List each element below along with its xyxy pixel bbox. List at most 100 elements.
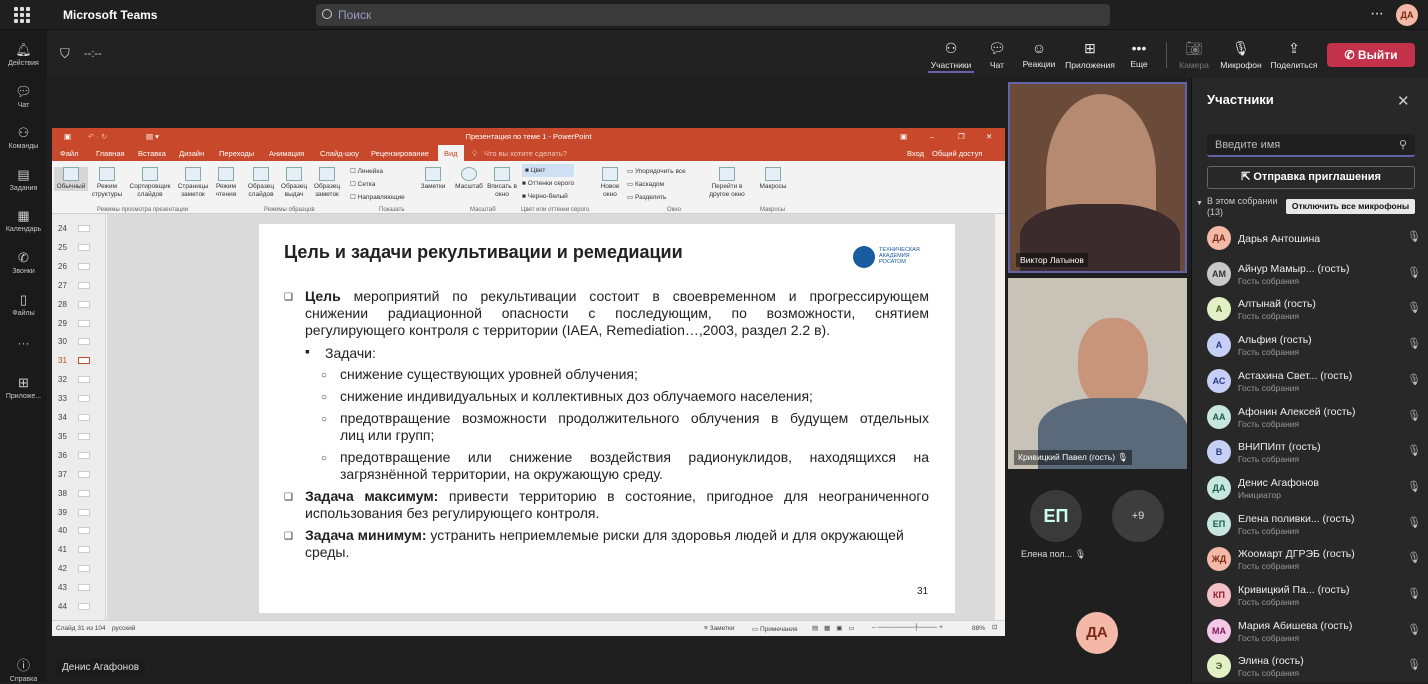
zoom-slider[interactable]: – ────────┼──── + [872, 624, 943, 631]
rail-teams[interactable]: ⚇ Команды [0, 125, 47, 150]
profile-avatar[interactable]: ДА [1396, 4, 1418, 26]
rail-apps[interactable]: ⊞ Приложе... [0, 375, 47, 400]
cascade-option[interactable]: ▭ Каскадом [627, 178, 686, 191]
arrange-all-option[interactable]: ▭ Упорядочить все [627, 165, 686, 178]
normal-view-button[interactable]: Обычный [54, 167, 88, 191]
share-button[interactable]: ⇪ Поделиться [1269, 40, 1319, 70]
apps-button[interactable]: ⊞ Приложения [1063, 40, 1117, 70]
mic-button[interactable]: 🎙︎ Микрофон [1218, 40, 1264, 70]
menu-transitions[interactable]: Переходы [219, 149, 254, 158]
language[interactable]: русский [112, 625, 135, 632]
reading-view-button[interactable]: Режим чтения [210, 167, 242, 199]
grid-check[interactable]: ☐ Сетка [350, 178, 405, 191]
comments-toggle[interactable]: ▭ Примечания [752, 625, 797, 633]
slide-thumbnail[interactable]: 39 [58, 508, 98, 517]
login-link[interactable]: Вход [907, 149, 924, 158]
app-launcher-icon[interactable] [14, 7, 30, 23]
participant-row[interactable]: ДА Дарья Антошина 🎙︎ [1207, 222, 1422, 256]
share-link[interactable]: Общий доступ [932, 149, 982, 158]
rail-help[interactable]: ⓘ Справка [0, 655, 47, 683]
menu-home[interactable]: Главная [96, 149, 125, 158]
slide-thumbnail[interactable]: 36 [58, 451, 98, 460]
outline-view-button[interactable]: Режим структуры [90, 167, 124, 199]
grayscale-option[interactable]: ■ Оттенки серого [522, 177, 574, 190]
handout-master-button[interactable]: Образец выдач [277, 167, 311, 199]
slide-thumbnail[interactable]: 32 [58, 375, 98, 384]
participant-row[interactable]: ДА Денис Агафонов Инициатор 🎙︎ [1207, 472, 1422, 506]
menu-view[interactable]: Вид [438, 145, 464, 161]
notes-master-button[interactable]: Образец заметок [310, 167, 344, 199]
participant-row[interactable]: А Альфия (гость) Гость собрания 🎙︎ [1207, 329, 1422, 363]
rail-calls[interactable]: ✆ Звонки [0, 250, 47, 275]
participant-row[interactable]: АА Афонин Алексей (гость) Гость собрания 🎙︎ [1207, 401, 1422, 435]
participant-row[interactable]: Э Элина (гость) Гость собрания 🎙︎ [1207, 650, 1422, 684]
tellme[interactable]: Что вы хотите сделать? [484, 149, 567, 158]
sorter-view-button[interactable]: Сортировщик слайдов [128, 167, 172, 199]
slide-thumbnail[interactable]: 40 [58, 526, 98, 535]
switch-window-button[interactable]: Перейти в другое окно [702, 167, 752, 199]
split-option[interactable]: ▭ Разделить [627, 191, 686, 204]
slide-thumbnail[interactable]: 24 [58, 224, 98, 233]
guides-check[interactable]: ☐ Направляющие [350, 191, 405, 204]
menu-design[interactable]: Дизайн [179, 149, 204, 158]
slide-thumbnail[interactable]: 35 [58, 432, 98, 441]
slide-thumbnail[interactable]: 31 [58, 356, 98, 365]
in-meeting-header[interactable]: ▼ В этом собрании (13) [1196, 196, 1282, 218]
ruler-check[interactable]: ☐ Линейка [350, 165, 405, 178]
slide-thumbnail[interactable]: 37 [58, 470, 98, 479]
new-window-button[interactable]: Новое окно [595, 167, 625, 199]
participants-button[interactable]: ⚇ Участники [928, 40, 974, 73]
more-button[interactable]: ••• Еще [1126, 40, 1152, 69]
video-tile-guest[interactable]: Кривицкий Павел (гость) 🎙︎ [1008, 278, 1187, 469]
participant-row[interactable]: АМ Айнур Мамыр... (гость) Гость собрания 🎙︎ [1207, 258, 1422, 292]
notes-button[interactable]: Заметки [416, 167, 450, 191]
menu-insert[interactable]: Вставка [138, 149, 166, 158]
slide-thumbnail[interactable]: 38 [58, 489, 98, 498]
participant-row[interactable]: В ВНИПИпт (гость) Гость собрания 🎙︎ [1207, 436, 1422, 470]
participant-row[interactable]: АС Астахина Свет... (гость) Гость собрания… [1207, 365, 1422, 399]
slide-thumbnail[interactable]: 41 [58, 545, 98, 554]
fit-slide-icon[interactable]: ⊡ [992, 623, 997, 631]
rail-files[interactable]: ▯ Файлы [0, 292, 47, 317]
participant-row[interactable]: МА Мария Абишева (гость) Гость собрания 🎙︎ [1207, 615, 1422, 649]
video-tile-speaker[interactable]: Виктор Латынов [1008, 82, 1187, 273]
participant-row[interactable]: ЖД Жоомарт ДГРЭБ (гость) Гость собрания 🎙︎ [1207, 543, 1422, 577]
participant-row[interactable]: А Алтынай (гость) Гость собрания 🎙︎ [1207, 293, 1422, 327]
color-option[interactable]: ■ Цвет [522, 164, 575, 177]
menu-file[interactable]: Файл [60, 149, 78, 158]
slide-thumbnails[interactable]: 24 25 26 27 28 29 30 31 32 33 34 35 36 37 38 39 40 41 42 43… [52, 214, 106, 620]
fit-window-button[interactable]: Вписать в окно [485, 167, 519, 199]
rail-chat[interactable]: 💬︎ Чат [0, 84, 47, 109]
slide-thumbnail[interactable]: 28 [58, 300, 98, 309]
slide-thumbnail[interactable]: 33 [58, 394, 98, 403]
camera-button[interactable]: 📷︎ Камера [1178, 40, 1210, 70]
slide-thumbnail[interactable]: 26 [58, 262, 98, 271]
notes-toggle[interactable]: ≡ Заметки [704, 625, 734, 632]
leave-button[interactable]: ✆ Выйти [1327, 43, 1415, 67]
rail-more[interactable]: ··· [0, 336, 47, 350]
more-participants[interactable]: +9 [1112, 490, 1164, 542]
slide-thumbnail[interactable]: 34 [58, 413, 98, 422]
participant-row[interactable]: ЕП Елена поливки... (гость) Гость собрания… [1207, 508, 1422, 542]
participant-avatar[interactable]: ЕП [1030, 490, 1082, 542]
notes-page-button[interactable]: Страницы заметок [176, 167, 210, 199]
slide-thumbnail[interactable]: 42 [58, 564, 98, 573]
slide-thumbnail[interactable]: 25 [58, 243, 98, 252]
slide-thumbnail[interactable]: 44 [58, 602, 98, 611]
rail-calendar[interactable]: ▦ Календарь [0, 208, 47, 233]
slide-thumbnail[interactable]: 27 [58, 281, 98, 290]
rail-activity[interactable]: 🔔︎ Действия [0, 42, 47, 67]
zoom-button[interactable]: Масштаб [452, 167, 486, 191]
participant-search-input[interactable]: Введите имя ⚲ [1207, 134, 1415, 157]
reactions-button[interactable]: ☺ Реакции [1020, 40, 1058, 69]
search-box[interactable]: Поиск [316, 4, 1110, 26]
mute-all-button[interactable]: Отключить все микрофоны [1286, 199, 1415, 214]
more-options-icon[interactable]: ··· [1370, 5, 1384, 23]
chat-button[interactable]: 💬︎ Чат [984, 40, 1010, 70]
menu-slideshow[interactable]: Слайд-шоу [320, 149, 359, 158]
slide-thumbnail[interactable]: 43 [58, 583, 98, 592]
invite-button[interactable]: ⇱ Отправка приглашения [1207, 166, 1415, 189]
view-switcher[interactable]: ▤▦▣▭ [812, 624, 861, 632]
menu-review[interactable]: Рецензирование [371, 149, 429, 158]
participant-row[interactable]: КП Кривицкий Па... (гость) Гость собрания 🎙… [1207, 579, 1422, 613]
